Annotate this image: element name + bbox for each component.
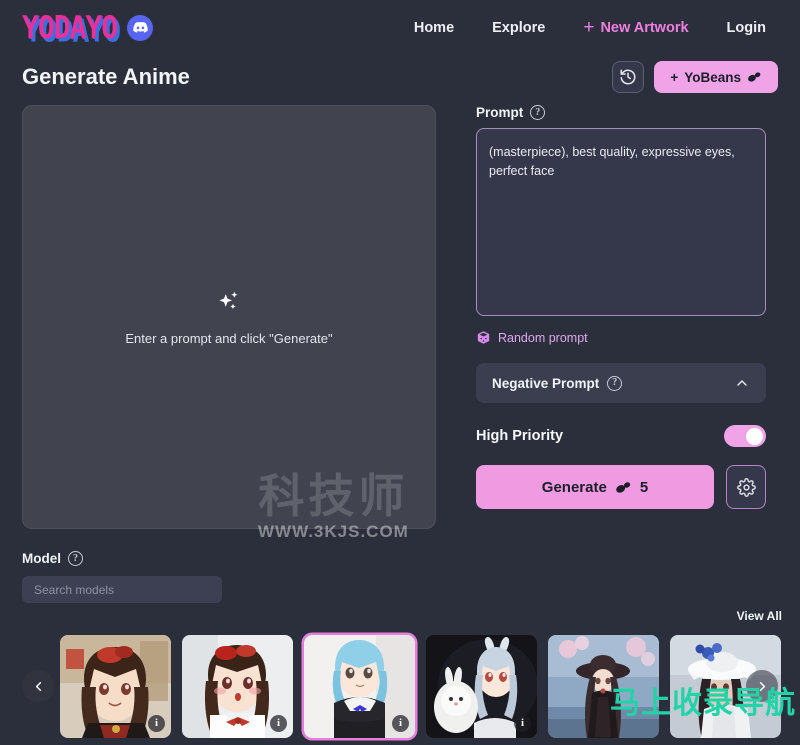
generate-label: Generate	[541, 478, 607, 496]
carousel-prev-button[interactable]	[22, 670, 54, 702]
toggle-knob	[746, 427, 763, 445]
model-card-5[interactable]	[548, 634, 659, 738]
prompt-input[interactable]	[476, 128, 766, 316]
help-circle-icon[interactable]: ?	[530, 105, 546, 120]
main-content: Enter a prompt and click "Generate" Prom…	[0, 105, 800, 529]
sparkles-icon	[219, 291, 238, 309]
high-priority-row: High Priority	[476, 425, 766, 447]
generate-row: Generate 5	[476, 465, 766, 509]
high-priority-label: High Priority	[476, 428, 564, 444]
model-section: Model ?	[0, 529, 800, 603]
nav-links: Home Explore + New Artwork Login	[414, 18, 778, 37]
view-all-row: View All	[0, 609, 800, 623]
top-navbar: YODAYO Home Explore + New Artwork Login	[0, 0, 800, 55]
page-title: Generate Anime	[22, 64, 190, 89]
discord-icon[interactable]	[127, 14, 154, 41]
model-carousel: i i i i	[0, 627, 800, 745]
yobeans-label: YoBeans	[684, 69, 741, 85]
negative-prompt-label-row: Negative Prompt ?	[492, 375, 623, 391]
brand[interactable]: YODAYO	[22, 11, 154, 43]
yobeans-button[interactable]: + YoBeans	[654, 61, 778, 93]
negative-prompt-label: Negative Prompt	[492, 375, 600, 391]
model-label-row: Model ?	[22, 551, 778, 566]
header-actions: + YoBeans	[612, 61, 778, 93]
yobeans-plus: +	[670, 69, 679, 85]
search-models-input[interactable]	[22, 576, 222, 603]
generation-settings-button[interactable]	[726, 465, 766, 509]
dice-icon	[477, 331, 490, 344]
prompt-label: Prompt	[476, 105, 524, 120]
nav-link-explore[interactable]: Explore	[492, 20, 545, 36]
model-card-list: i i i i	[0, 627, 800, 745]
negative-prompt-toggle[interactable]: Negative Prompt ?	[476, 363, 766, 403]
yodayo-logo[interactable]: YODAYO	[22, 11, 118, 43]
plus-icon: +	[583, 17, 595, 38]
prompt-label-row: Prompt ?	[476, 105, 778, 120]
view-all-link[interactable]: View All	[737, 609, 782, 623]
carousel-next-button[interactable]	[746, 670, 778, 702]
generate-button[interactable]: Generate 5	[476, 465, 714, 509]
history-clock-icon	[620, 69, 636, 85]
history-button[interactable]	[612, 61, 645, 93]
model-info-badge[interactable]: i	[514, 714, 531, 732]
nav-link-home[interactable]: Home	[414, 20, 454, 36]
model-info-badge[interactable]: i	[148, 714, 165, 732]
nav-link-login[interactable]: Login	[727, 20, 766, 36]
generate-cost: 5	[639, 478, 649, 496]
random-prompt-button[interactable]: Random prompt	[476, 330, 588, 345]
page-header: Generate Anime + YoBeans	[0, 55, 800, 105]
generation-canvas[interactable]: Enter a prompt and click "Generate"	[22, 105, 436, 529]
model-thumbnail	[548, 634, 659, 738]
chevron-right-icon	[759, 681, 765, 691]
nav-link-new-artwork[interactable]: + New Artwork	[583, 18, 688, 37]
model-info-badge[interactable]: i	[392, 714, 409, 732]
settings-panel: Prompt ? Random prompt Negative Prompt ?	[476, 105, 778, 509]
help-circle-icon[interactable]: ?	[68, 551, 83, 566]
chevron-left-icon	[35, 681, 41, 691]
model-label: Model	[22, 551, 61, 566]
chevron-up-icon	[737, 380, 747, 386]
nav-link-new-artwork-label: New Artwork	[600, 19, 689, 36]
random-prompt-label: Random prompt	[498, 330, 588, 345]
model-card-3[interactable]: i	[304, 634, 415, 738]
model-card-2[interactable]: i	[182, 634, 293, 738]
bean-icon	[748, 72, 761, 82]
model-card-4[interactable]: i	[426, 634, 537, 738]
gear-icon	[736, 477, 756, 497]
model-card-1[interactable]: i	[60, 634, 171, 738]
canvas-column: Enter a prompt and click "Generate"	[22, 105, 436, 529]
canvas-hint-text: Enter a prompt and click "Generate"	[125, 330, 333, 346]
help-circle-icon[interactable]: ?	[607, 375, 623, 391]
bean-icon	[616, 481, 631, 493]
high-priority-toggle[interactable]	[724, 425, 766, 447]
model-info-badge[interactable]: i	[270, 714, 287, 732]
